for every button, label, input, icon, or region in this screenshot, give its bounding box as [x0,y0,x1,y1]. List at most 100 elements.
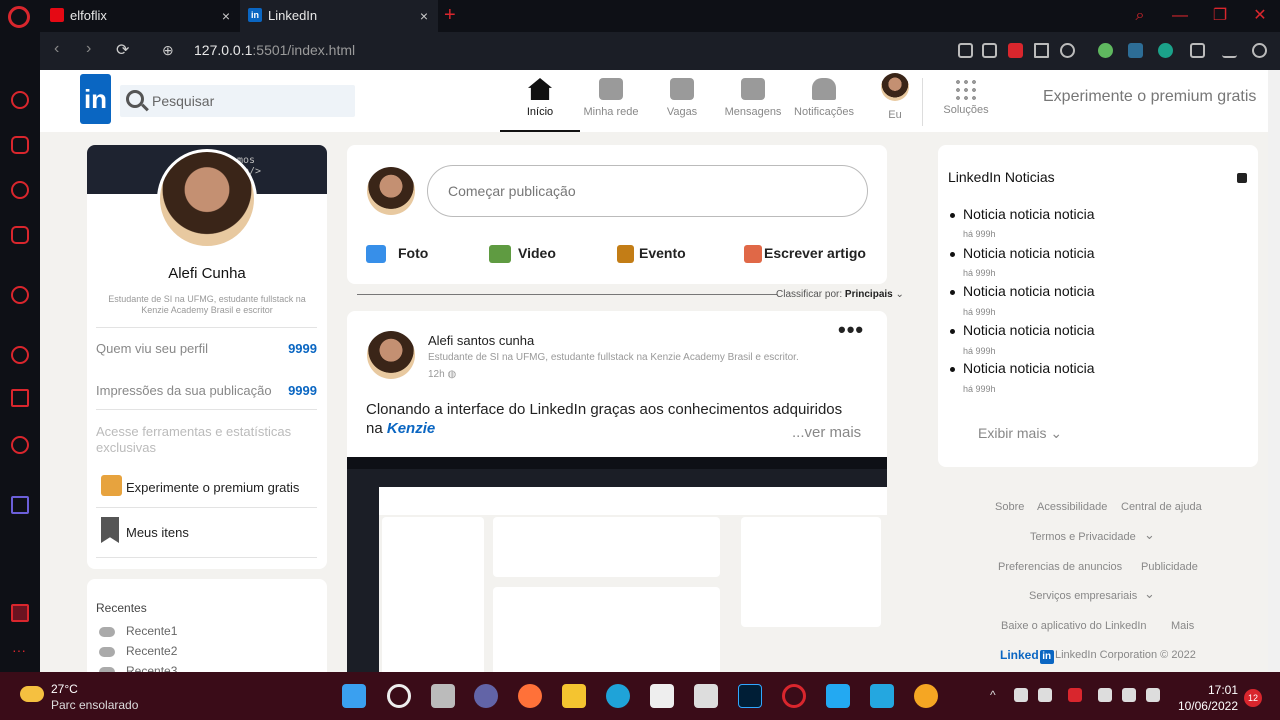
video-button[interactable]: Video [489,245,556,263]
footer-link[interactable]: Baixe o aplicativo do LinkedIn [1001,620,1147,632]
wifi-icon[interactable] [1098,688,1112,702]
news-item[interactable]: Noticia noticia noticia [950,360,1095,376]
share-icon[interactable] [958,43,973,58]
search-icon[interactable] [387,684,411,708]
post-author-avatar[interactable] [367,331,415,379]
clock[interactable]: 17:01 10/06/2022 [1176,682,1238,714]
search-tabs-icon[interactable]: ⌕ [1120,0,1160,32]
tray-app-icon[interactable] [1014,688,1028,702]
extension-box-icon[interactable] [1128,43,1143,58]
see-more-link[interactable]: ...ver mais [792,424,861,441]
reload-icon[interactable]: ⟳ [116,40,129,60]
start-post-input[interactable]: Começar publicação [427,165,868,217]
url-field[interactable]: 127.0.0.1:5501/index.html [194,42,355,58]
footer-link[interactable]: Mais [1171,620,1194,632]
settings-gear-icon[interactable] [11,436,29,454]
battery-icon[interactable] [1146,688,1160,702]
back-icon[interactable]: ‹ [54,40,59,58]
recent-item[interactable]: Recente3 [126,664,177,672]
footer-link[interactable]: Termos e Privacidade [1030,531,1136,543]
post-image[interactable] [347,457,887,672]
extension-a-icon[interactable] [1158,43,1173,58]
firefox-icon[interactable] [518,684,542,708]
post-text-highlight[interactable]: Kenzie [387,420,435,437]
info-icon[interactable] [1237,173,1247,183]
premium-link[interactable]: Experimente o premium gratis [1043,88,1256,106]
photo-button[interactable]: Foto [366,245,428,263]
footer-link[interactable]: Acessibilidade [1037,501,1107,513]
profile-name[interactable]: Alefi Cunha [87,265,327,282]
start-icon[interactable] [342,684,366,708]
tab-elfoflix[interactable]: elfoflix × [42,0,240,32]
minimize-button[interactable]: — [1160,0,1200,32]
nav-network[interactable]: Minha rede [571,70,651,132]
discord-icon[interactable] [11,226,29,244]
footer-link[interactable]: Central de ajuda [1121,501,1202,513]
recent-item[interactable]: Recente2 [126,644,177,658]
media-player-icon[interactable] [914,684,938,708]
write-article-button[interactable]: Escrever artigo [744,245,866,263]
tab-linkedin[interactable]: in LinkedIn × [240,0,438,32]
post-menu-button[interactable]: ••• [838,317,864,343]
chevron-down-icon[interactable]: ⌄ [1144,586,1155,602]
forward-icon[interactable]: › [86,40,91,58]
premium-link[interactable]: Experimente o premium gratis [126,480,299,495]
impressions-stat[interactable]: Impressões da sua publicação 9999 [96,383,317,398]
chat-icon[interactable] [474,684,498,708]
avatar[interactable] [367,167,415,215]
close-window-button[interactable]: ✕ [1240,0,1280,32]
cube-icon[interactable] [1190,43,1205,58]
news-item[interactable]: Noticia noticia noticia [950,245,1095,261]
amazon-icon[interactable] [694,684,718,708]
edge-icon[interactable] [606,684,630,708]
more-icon[interactable]: ··· [12,642,26,658]
vpn-icon[interactable] [870,684,894,708]
recent-item[interactable]: Recente1 [126,624,177,638]
camera-icon[interactable] [982,43,997,58]
nav-home[interactable]: Início [500,70,580,132]
menu-icon[interactable] [1252,43,1267,58]
history-icon[interactable] [11,346,29,364]
footer-link[interactable]: Serviços empresariais [1029,590,1137,602]
twitter-icon[interactable] [11,181,29,199]
extensions-icon[interactable] [11,604,29,622]
search-input[interactable]: Pesquisar [120,85,355,117]
extension-dollar-icon[interactable] [1098,43,1113,58]
downloads-icon[interactable] [11,389,29,407]
wallet-icon[interactable] [11,496,29,514]
download-icon[interactable] [1222,43,1237,58]
news-item[interactable]: Noticia noticia noticia [950,206,1095,222]
notification-badge[interactable]: 12 [1244,689,1262,707]
page-scrollbar[interactable] [1268,70,1280,672]
weather-icon[interactable] [20,686,44,702]
footer-link[interactable]: Sobre [995,501,1024,513]
maximize-button[interactable]: ❐ [1200,0,1240,32]
tray-chevron-icon[interactable]: ^ [990,688,1004,702]
volume-icon[interactable] [1122,688,1136,702]
sort-dropdown[interactable]: Classificar por: Principais ⌄ [776,289,904,300]
chevron-down-icon[interactable]: ⌄ [1144,527,1155,543]
nav-solutions[interactable]: Soluções [926,70,1006,132]
player-icon[interactable] [11,286,29,304]
my-items-link[interactable]: Meus itens [126,525,189,540]
linkedin-logo-icon[interactable]: in [80,74,111,124]
nav-me[interactable]: Eu [855,70,935,132]
dropbox-icon[interactable] [1038,688,1052,702]
footer-link[interactable]: Publicidade [1141,561,1198,573]
post-author[interactable]: Alefi santos cunha [428,333,534,348]
task-view-icon[interactable] [431,684,455,708]
file-explorer-icon[interactable] [562,684,586,708]
new-tab-button[interactable]: + [444,0,456,30]
opera-icon[interactable] [782,684,806,708]
nav-notifications[interactable]: Notificações [784,70,864,132]
nav-jobs[interactable]: Vagas [642,70,722,132]
microphone-icon[interactable] [1068,688,1082,702]
news-item[interactable]: Noticia noticia noticia [950,322,1095,338]
footer-link[interactable]: Preferencias de anuncios [998,561,1122,573]
store-icon[interactable] [650,684,674,708]
vscode-icon[interactable] [826,684,850,708]
show-more-button[interactable]: Exibir mais ⌄ [978,425,1062,442]
whatsapp-icon[interactable] [11,91,29,109]
temperature[interactable]: 27°C [51,682,78,696]
event-button[interactable]: Evento [617,245,686,263]
